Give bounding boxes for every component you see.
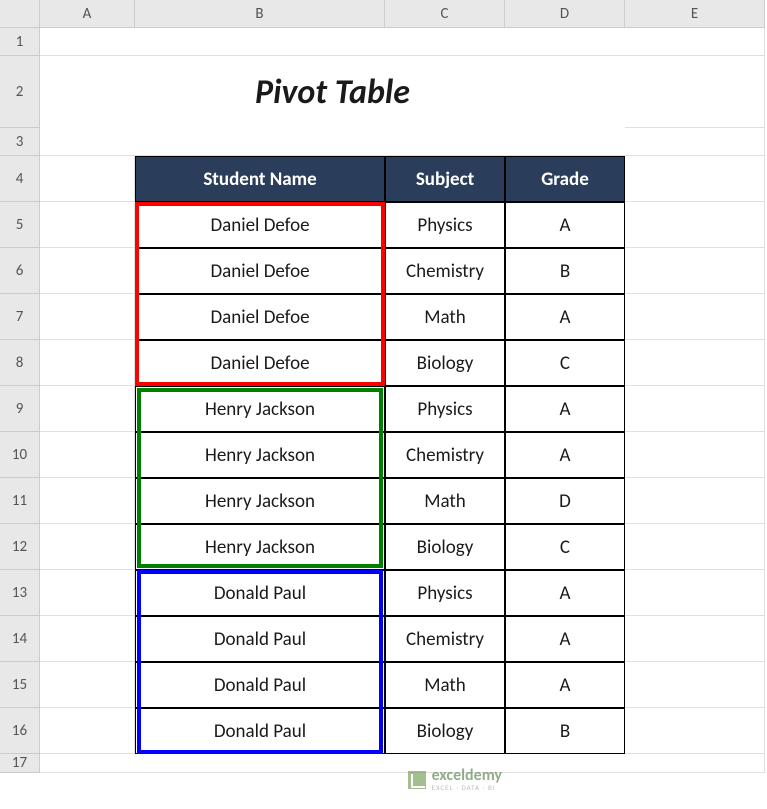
cell[interactable] — [40, 294, 135, 340]
cell-subject[interactable]: Math — [385, 662, 505, 708]
cell-grade[interactable]: C — [505, 524, 625, 570]
cell[interactable] — [40, 340, 135, 386]
cell[interactable] — [625, 56, 765, 128]
cell[interactable] — [625, 662, 765, 708]
cell[interactable] — [625, 524, 765, 570]
row-header-7[interactable]: 7 — [0, 294, 40, 340]
cell[interactable] — [40, 478, 135, 524]
watermark: exceldemy EXCEL · DATA · BI — [408, 768, 502, 791]
row-header-16[interactable]: 16 — [0, 708, 40, 754]
cell-grade[interactable]: A — [505, 432, 625, 478]
row-header-1[interactable]: 1 — [0, 28, 40, 56]
grid-corner[interactable] — [0, 0, 40, 28]
cell-grade[interactable]: A — [505, 662, 625, 708]
cell-name[interactable]: Henry Jackson — [135, 386, 385, 432]
cell[interactable] — [40, 28, 765, 56]
cell-grade[interactable]: A — [505, 294, 625, 340]
cell-name[interactable]: Henry Jackson — [135, 478, 385, 524]
cell-subject[interactable]: Math — [385, 478, 505, 524]
cell-grade[interactable]: A — [505, 616, 625, 662]
row-header-14[interactable]: 14 — [0, 616, 40, 662]
cell[interactable] — [625, 478, 765, 524]
cell-name[interactable]: Donald Paul — [135, 570, 385, 616]
row-header-3[interactable]: 3 — [0, 128, 40, 156]
cell[interactable] — [625, 202, 765, 248]
cell-subject[interactable]: Biology — [385, 524, 505, 570]
row-header-12[interactable]: 12 — [0, 524, 40, 570]
cell-name[interactable]: Daniel Defoe — [135, 340, 385, 386]
cell-subject[interactable]: Chemistry — [385, 248, 505, 294]
row-header-15[interactable]: 15 — [0, 662, 40, 708]
row-header-4[interactable]: 4 — [0, 156, 40, 202]
cell[interactable] — [40, 386, 135, 432]
exceldemy-icon — [408, 771, 426, 789]
row-header-11[interactable]: 11 — [0, 478, 40, 524]
row-header-5[interactable]: 5 — [0, 202, 40, 248]
cell[interactable] — [40, 616, 135, 662]
watermark-tagline: EXCEL · DATA · BI — [432, 784, 502, 791]
cell-subject[interactable]: Physics — [385, 386, 505, 432]
cell[interactable] — [625, 570, 765, 616]
cell-grade[interactable]: B — [505, 248, 625, 294]
cell-name[interactable]: Daniel Defoe — [135, 248, 385, 294]
cell-name[interactable]: Donald Paul — [135, 708, 385, 754]
col-header-d[interactable]: D — [505, 0, 625, 28]
cell-name[interactable]: Donald Paul — [135, 616, 385, 662]
cell-name[interactable]: Daniel Defoe — [135, 294, 385, 340]
cell[interactable] — [625, 386, 765, 432]
row-header-6[interactable]: 6 — [0, 248, 40, 294]
cell[interactable] — [40, 662, 135, 708]
col-header-e[interactable]: E — [625, 0, 765, 28]
header-subject[interactable]: Subject — [385, 156, 505, 202]
cell[interactable] — [625, 616, 765, 662]
cell[interactable] — [40, 524, 135, 570]
cell[interactable] — [40, 754, 765, 773]
cell-grade[interactable]: A — [505, 570, 625, 616]
row-header-13[interactable]: 13 — [0, 570, 40, 616]
spreadsheet-grid: A B C D E 1 2 Pivot Table 3 4 Student Na… — [0, 0, 767, 773]
cell[interactable] — [40, 432, 135, 478]
row-header-2[interactable]: 2 — [0, 56, 40, 128]
cell-subject[interactable]: Physics — [385, 570, 505, 616]
col-header-a[interactable]: A — [40, 0, 135, 28]
cell-name[interactable]: Henry Jackson — [135, 432, 385, 478]
row-header-9[interactable]: 9 — [0, 386, 40, 432]
cell-name[interactable]: Donald Paul — [135, 662, 385, 708]
cell-subject[interactable]: Math — [385, 294, 505, 340]
cell-grade[interactable]: A — [505, 386, 625, 432]
col-header-b[interactable]: B — [135, 0, 385, 28]
cell[interactable] — [625, 340, 765, 386]
cell[interactable] — [625, 156, 765, 202]
row-header-8[interactable]: 8 — [0, 340, 40, 386]
cell[interactable] — [625, 294, 765, 340]
cell[interactable] — [40, 708, 135, 754]
cell[interactable] — [625, 708, 765, 754]
cell-grade[interactable]: D — [505, 478, 625, 524]
row-header-10[interactable]: 10 — [0, 432, 40, 478]
header-grade[interactable]: Grade — [505, 156, 625, 202]
cell-name[interactable]: Daniel Defoe — [135, 202, 385, 248]
cell-subject[interactable]: Chemistry — [385, 616, 505, 662]
watermark-name: exceldemy — [432, 768, 502, 784]
cell[interactable] — [40, 570, 135, 616]
col-header-c[interactable]: C — [385, 0, 505, 28]
header-student-name[interactable]: Student Name — [135, 156, 385, 202]
cell[interactable] — [40, 128, 765, 156]
cell[interactable] — [40, 248, 135, 294]
cell-grade[interactable]: B — [505, 708, 625, 754]
cell[interactable] — [625, 432, 765, 478]
cell-subject[interactable]: Biology — [385, 340, 505, 386]
cell[interactable] — [625, 248, 765, 294]
cell-subject[interactable]: Chemistry — [385, 432, 505, 478]
title-cell[interactable]: Pivot Table — [40, 56, 625, 128]
cell[interactable] — [40, 202, 135, 248]
cell-subject[interactable]: Physics — [385, 202, 505, 248]
cell[interactable] — [40, 156, 135, 202]
cell-grade[interactable]: C — [505, 340, 625, 386]
page-title: Pivot Table — [255, 72, 410, 113]
cell-subject[interactable]: Biology — [385, 708, 505, 754]
cell-grade[interactable]: A — [505, 202, 625, 248]
cell-name[interactable]: Henry Jackson — [135, 524, 385, 570]
row-header-17[interactable]: 17 — [0, 754, 40, 773]
